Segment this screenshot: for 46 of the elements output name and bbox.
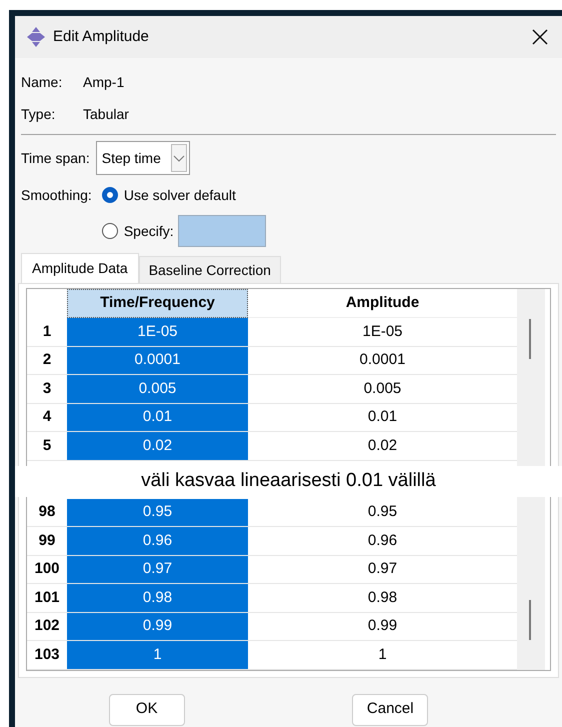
row-number: 103 xyxy=(33,644,61,664)
app-icon xyxy=(25,26,47,48)
row-number: 3 xyxy=(42,378,52,398)
row-number: 4 xyxy=(42,407,52,427)
table-cell[interactable]: 0.0001 xyxy=(67,346,248,374)
row-number: 5 xyxy=(42,436,52,456)
row-number: 1 xyxy=(42,322,52,342)
row-number: 101 xyxy=(33,588,61,608)
row-number: 100 xyxy=(33,559,61,579)
table-cell[interactable]: 1 xyxy=(67,641,248,668)
table-cell[interactable]: 0.99 xyxy=(67,612,248,640)
table-cell[interactable]: 0.98 xyxy=(67,584,248,612)
field-label: Name: xyxy=(21,72,64,92)
option-label: Use solver default xyxy=(124,186,236,204)
dialog-button[interactable]: Cancel xyxy=(352,694,428,726)
radio-button[interactable] xyxy=(102,223,118,239)
field-value: Tabular xyxy=(83,104,129,124)
field-label: Time span: xyxy=(21,148,90,168)
column-header[interactable]: Time/Frequency xyxy=(67,289,248,318)
close-icon[interactable] xyxy=(532,29,548,45)
row-number: 102 xyxy=(33,616,61,636)
row-number: 98 xyxy=(38,502,56,522)
table-cell[interactable]: 0.02 xyxy=(67,432,248,460)
table-cell[interactable]: 0.96 xyxy=(67,527,248,554)
caret-icon xyxy=(170,144,187,172)
table-cell[interactable]: 0.95 xyxy=(67,498,248,526)
table-cell[interactable]: 0.01 xyxy=(67,404,248,431)
scrollbar-thumb[interactable] xyxy=(529,319,531,359)
table-cell[interactable]: 1E-05 xyxy=(67,318,248,346)
dialog-button[interactable]: OK xyxy=(108,694,185,726)
field-label: Smoothing: xyxy=(21,186,93,205)
scrollbar-thumb[interactable] xyxy=(529,600,531,640)
field-value: Amp-1 xyxy=(83,72,124,92)
tab[interactable]: Amplitude Data xyxy=(21,253,139,283)
annotation-banner: väli kasvaa lineaarisesti 0.01 välillä xyxy=(15,466,562,497)
window-title: Edit Amplitude xyxy=(53,26,149,47)
tab[interactable]: Baseline Correction xyxy=(138,256,281,283)
radio-button[interactable] xyxy=(102,187,118,203)
row-number: 2 xyxy=(42,350,52,370)
table-cell[interactable]: 0.97 xyxy=(67,556,248,583)
specify-input-field[interactable] xyxy=(178,215,266,247)
option-label: Specify: xyxy=(124,222,174,241)
row-number: 99 xyxy=(38,530,56,550)
field-label: Type: xyxy=(21,104,56,124)
table-cell[interactable]: 0.005 xyxy=(67,375,248,402)
time-span-dropdown[interactable]: Step time xyxy=(96,141,190,175)
